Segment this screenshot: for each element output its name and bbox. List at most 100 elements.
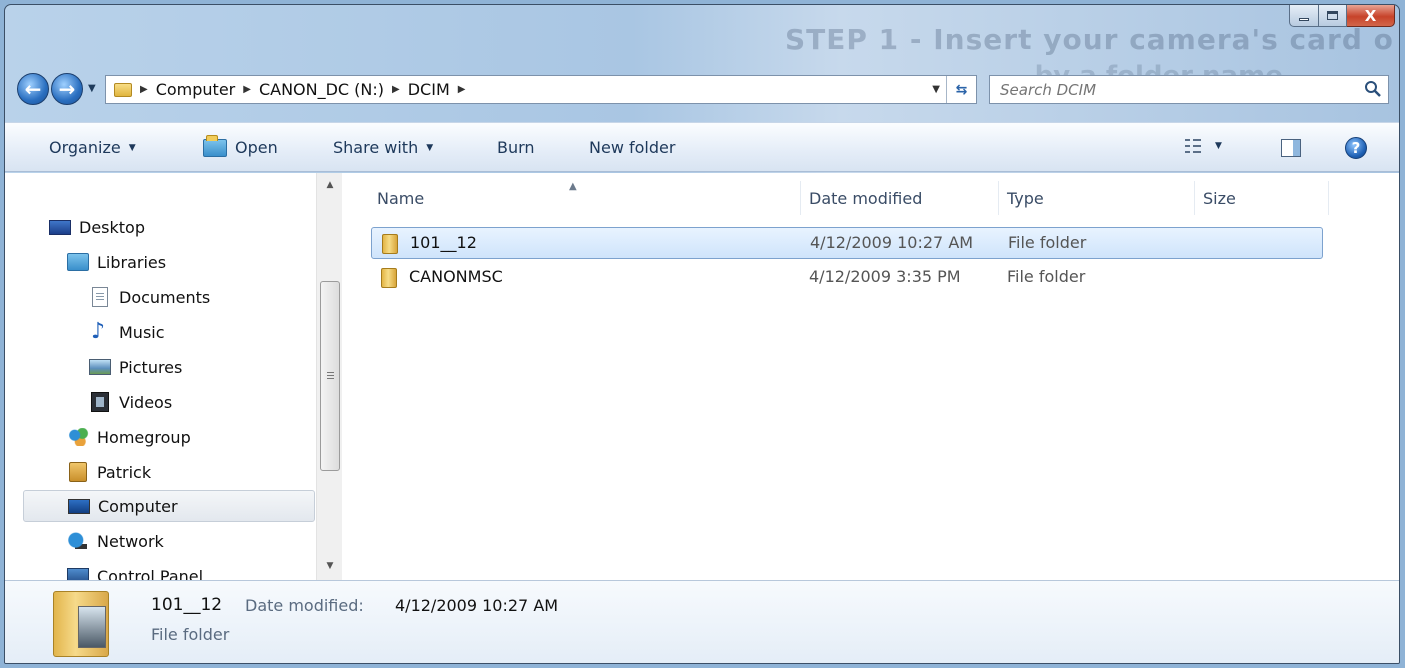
column-header-label: Name <box>377 188 425 208</box>
share-with-button[interactable]: Share with ▼ <box>333 138 433 157</box>
file-date: 4/12/2009 3:35 PM <box>809 267 961 286</box>
change-view-button[interactable]: ▼ <box>1185 139 1222 153</box>
column-header-name[interactable]: Name ▲ <box>369 181 801 215</box>
close-button[interactable]: X <box>1347 5 1395 27</box>
sidebar-item-label: Videos <box>119 392 173 412</box>
videos-icon <box>91 392 109 412</box>
sidebar-item-videos[interactable]: Videos <box>89 386 172 418</box>
file-list: Name ▲ Date modified Type Size 101__12 4… <box>343 173 1399 580</box>
folder-icon <box>114 82 132 97</box>
refresh-icon: ⇆ <box>955 81 968 98</box>
maximize-button[interactable] <box>1319 5 1347 27</box>
column-header-size[interactable]: Size <box>1195 181 1329 215</box>
sidebar-item-label: Network <box>97 531 164 551</box>
navigation-row: ← → ▼ ▶ Computer ▶ CANON_DC (N:) ▶ DCIM … <box>5 71 1399 111</box>
explorer-window: STEP 1 - Insert your camera's card o ...… <box>4 4 1400 664</box>
forward-button[interactable]: → <box>51 73 83 105</box>
breadcrumb-separator-icon[interactable]: ▶ <box>140 84 148 95</box>
preview-pane-button[interactable] <box>1281 139 1301 157</box>
sidebar-item-libraries[interactable]: Libraries <box>67 246 166 278</box>
details-file-name: 101__12 <box>151 595 223 615</box>
sidebar-item-control-panel[interactable]: Control Panel <box>67 560 203 580</box>
scroll-thumb[interactable] <box>320 281 340 471</box>
sidebar-item-computer[interactable]: Computer <box>23 490 315 522</box>
sidebar-item-label: Documents <box>119 287 211 307</box>
sidebar-item-label: Music <box>119 322 165 342</box>
new-folder-button[interactable]: New folder <box>589 138 675 157</box>
address-history-dropdown[interactable]: ▼ <box>932 84 940 95</box>
scroll-down-icon[interactable]: ▼ <box>317 556 342 576</box>
network-icon <box>67 532 89 550</box>
recent-pages-dropdown[interactable]: ▼ <box>88 83 96 94</box>
navigation-scrollbar[interactable]: ▲ ▼ <box>316 173 342 580</box>
scroll-grip-icon <box>327 372 334 379</box>
sidebar-item-desktop[interactable]: Desktop <box>49 211 145 243</box>
sidebar-item-label: Control Panel <box>97 566 204 581</box>
view-list-icon <box>1185 139 1201 153</box>
file-name: 101__12 <box>410 233 477 252</box>
back-arrow-icon: ← <box>24 77 42 101</box>
details-date-label: Date modified: <box>245 596 364 615</box>
sidebar-item-homegroup[interactable]: Homegroup <box>67 421 191 453</box>
file-name: CANONMSC <box>409 267 503 286</box>
sidebar-item-documents[interactable]: Documents <box>89 281 210 313</box>
music-icon <box>89 319 111 344</box>
organize-button[interactable]: Organize ▼ <box>49 138 136 157</box>
sort-ascending-icon: ▲ <box>569 181 577 192</box>
chevron-down-icon: ▼ <box>426 142 434 153</box>
forward-arrow-icon: → <box>58 77 76 101</box>
libraries-icon <box>67 253 89 271</box>
column-header-label: Size <box>1203 188 1236 208</box>
help-button[interactable]: ? <box>1345 137 1367 159</box>
content-area: Desktop Libraries Documents Music Pictur… <box>5 173 1399 580</box>
details-date-value: 4/12/2009 10:27 AM <box>395 596 559 615</box>
burn-label: Burn <box>497 138 535 157</box>
sidebar-item-music[interactable]: Music <box>89 316 165 348</box>
folder-thumbnail-icon <box>53 591 109 657</box>
chevron-down-icon: ▼ <box>128 142 136 153</box>
scroll-up-icon[interactable]: ▲ <box>317 175 342 195</box>
column-header-date-modified[interactable]: Date modified <box>801 181 999 215</box>
command-bar: Organize ▼ Open Share with ▼ Burn New fo… <box>5 122 1399 172</box>
sidebar-item-label: Patrick <box>97 462 152 482</box>
caption-buttons: X <box>1289 5 1395 27</box>
sidebar-item-patrick[interactable]: Patrick <box>67 456 151 488</box>
sidebar-item-label: Homegroup <box>97 427 191 447</box>
chevron-down-icon: ▼ <box>1215 141 1222 151</box>
open-folder-icon <box>203 134 227 157</box>
share-with-label: Share with <box>333 138 419 157</box>
minimize-button[interactable] <box>1289 5 1319 27</box>
pictures-icon <box>89 359 111 375</box>
refresh-button[interactable]: ⇆ <box>946 76 976 103</box>
sidebar-item-network[interactable]: Network <box>67 525 164 557</box>
back-button[interactable]: ← <box>17 73 49 105</box>
minimize-icon <box>1299 18 1309 21</box>
breadcrumb-separator-icon[interactable]: ▶ <box>392 84 400 95</box>
sidebar-item-label: Computer <box>98 496 178 516</box>
breadcrumb-separator-icon[interactable]: ▶ <box>243 84 251 95</box>
burn-button[interactable]: Burn <box>497 138 535 157</box>
user-folder-icon <box>69 462 87 482</box>
breadcrumb-canon-dc[interactable]: CANON_DC (N:) <box>259 80 384 99</box>
breadcrumb-computer[interactable]: Computer <box>156 80 236 99</box>
navigation-pane: Desktop Libraries Documents Music Pictur… <box>5 173 342 580</box>
file-type: File folder <box>1007 267 1086 286</box>
folder-icon <box>382 234 398 254</box>
table-row[interactable]: CANONMSC 4/12/2009 3:35 PM File folder <box>371 262 1323 294</box>
column-header-label: Type <box>1007 188 1044 208</box>
address-bar[interactable]: ▶ Computer ▶ CANON_DC (N:) ▶ DCIM ▶ ▼ ⇆ <box>105 75 977 104</box>
desktop-icon <box>49 219 71 235</box>
search-icon[interactable] <box>1364 80 1382 98</box>
breadcrumb-dcim[interactable]: DCIM <box>408 80 450 99</box>
details-pane: 101__12 Date modified: 4/12/2009 10:27 A… <box>5 580 1399 663</box>
open-button[interactable]: Open <box>203 134 278 157</box>
table-row[interactable]: 101__12 4/12/2009 10:27 AM File folder <box>371 227 1323 259</box>
search-box[interactable] <box>989 75 1389 104</box>
sidebar-item-pictures[interactable]: Pictures <box>89 351 182 383</box>
new-folder-label: New folder <box>589 138 676 157</box>
sidebar-item-label: Libraries <box>97 252 167 272</box>
breadcrumb-separator-icon[interactable]: ▶ <box>458 84 466 95</box>
column-header-type[interactable]: Type <box>999 181 1195 215</box>
details-file-type: File folder <box>151 625 230 644</box>
search-input[interactable] <box>990 80 1350 99</box>
